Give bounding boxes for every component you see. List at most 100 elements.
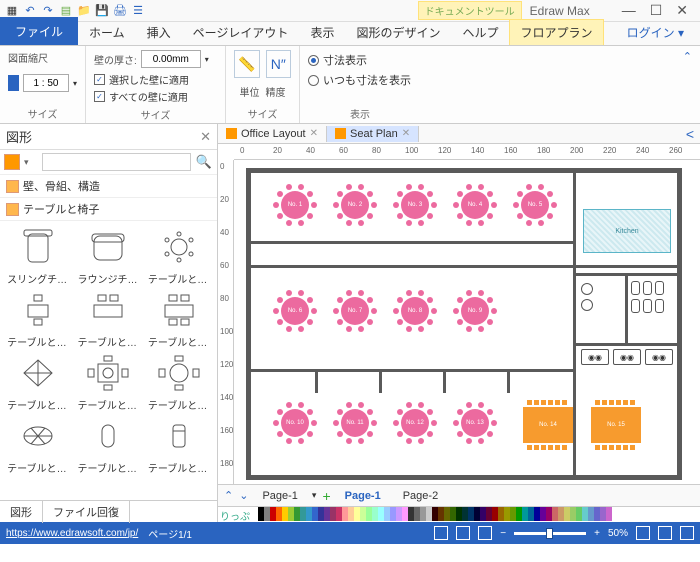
scale-input[interactable] xyxy=(23,74,69,92)
shapes-lib-icon[interactable] xyxy=(4,154,20,170)
round-table[interactable]: No. 9 xyxy=(453,289,497,333)
shapes-footer-recover[interactable]: ファイル回復 xyxy=(43,501,130,523)
round-table[interactable]: No. 6 xyxy=(273,289,317,333)
round-table[interactable]: No. 8 xyxy=(393,289,437,333)
doc-tab-office[interactable]: Office Layout✕ xyxy=(218,126,327,142)
tab-pagelayout[interactable]: ページレイアウト xyxy=(182,19,300,45)
wall-thickness-input[interactable] xyxy=(141,50,201,68)
wall xyxy=(625,273,628,345)
login-link[interactable]: ログイン ▾ xyxy=(617,20,700,45)
tab-floorplan[interactable]: フロアプラン xyxy=(509,19,603,45)
shape-item[interactable]: テーブルと椅... xyxy=(74,288,142,349)
save-icon[interactable]: 💾 xyxy=(94,3,110,19)
shape-item[interactable]: テーブルと椅... xyxy=(4,288,72,349)
shape-item[interactable]: ラウンジチェア xyxy=(74,225,142,286)
view-normal-icon[interactable] xyxy=(434,526,448,540)
color-swatch[interactable] xyxy=(606,507,612,521)
shapes-footer-shape[interactable]: 図形 xyxy=(0,501,43,523)
wall xyxy=(573,173,576,475)
wall xyxy=(573,343,677,346)
search-icon[interactable]: 🔍 xyxy=(195,154,213,170)
print-icon[interactable]: 🖨 xyxy=(112,3,128,19)
view-page-icon[interactable] xyxy=(478,526,492,540)
open-icon[interactable]: 📁 xyxy=(76,3,92,19)
unit-button[interactable]: 📏 xyxy=(234,50,260,78)
category-tables[interactable]: テーブルと椅子 xyxy=(0,198,217,221)
shape-item[interactable]: テーブルと椅... xyxy=(145,414,213,475)
dim-show-radio[interactable]: 寸法表示 xyxy=(308,52,412,68)
close-icon[interactable]: ✕ xyxy=(310,128,318,139)
round-table[interactable]: No. 7 xyxy=(333,289,377,333)
wall-group-label: サイズ xyxy=(94,105,217,122)
close-icon[interactable]: ✕ xyxy=(402,128,410,139)
scale-icon[interactable] xyxy=(8,75,19,91)
scale-dropdown-icon[interactable]: ▾ xyxy=(73,79,77,88)
tab-help[interactable]: ヘルプ xyxy=(451,19,509,45)
fullscreen-icon[interactable] xyxy=(680,526,694,540)
fit-width-icon[interactable] xyxy=(636,526,650,540)
apply-all-walls[interactable]: ✓すべての壁に適用 xyxy=(94,88,217,105)
page-2[interactable]: Page-2 xyxy=(395,488,446,504)
shape-thumb xyxy=(150,288,208,332)
add-page-icon[interactable]: + xyxy=(322,488,330,504)
zoom-out-icon[interactable]: − xyxy=(500,528,506,539)
restroom-fixtures xyxy=(631,281,675,339)
fit-page-icon[interactable] xyxy=(658,526,672,540)
shapes-search-input[interactable] xyxy=(42,153,191,171)
shape-item[interactable]: テーブルと椅... xyxy=(74,351,142,412)
category-walls[interactable]: 壁、骨組、構造 xyxy=(0,175,217,198)
shape-thumb xyxy=(9,288,67,332)
rect-table[interactable]: No. 15 xyxy=(591,407,641,443)
round-table[interactable]: No. 10 xyxy=(273,401,317,445)
options-icon[interactable]: ☰ xyxy=(130,3,146,19)
zoom-in-icon[interactable]: + xyxy=(594,528,600,539)
status-url[interactable]: https://www.edrawsoft.com/jp/ xyxy=(6,528,138,539)
status-bar: https://www.edrawsoft.com/jp/ ページ1/1 − +… xyxy=(0,522,700,544)
doc-tab-seat[interactable]: Seat Plan✕ xyxy=(327,126,419,142)
shape-item[interactable]: テーブルと椅... xyxy=(145,351,213,412)
dim-always-radio[interactable]: いつも寸法を表示 xyxy=(308,72,412,88)
close-button[interactable]: ✕ xyxy=(676,2,688,19)
page-up-icon[interactable]: ⌃ xyxy=(224,489,233,502)
shape-thumb xyxy=(9,414,67,458)
view-outline-icon[interactable] xyxy=(456,526,470,540)
tab-insert[interactable]: 挿入 xyxy=(136,19,182,45)
canvas[interactable]: Kitchen ◉◉ ◉◉ ◉◉ xyxy=(234,160,700,484)
round-table[interactable]: No. 3 xyxy=(393,183,437,227)
round-table[interactable]: No. 5 xyxy=(513,183,557,227)
wall-dropdown-icon[interactable]: ▾ xyxy=(205,55,209,64)
shape-item[interactable]: スリングチェア xyxy=(4,225,72,286)
round-table[interactable]: No. 13 xyxy=(453,401,497,445)
round-table[interactable]: No. 4 xyxy=(453,183,497,227)
round-table[interactable]: No. 2 xyxy=(333,183,377,227)
shape-thumb xyxy=(9,225,67,269)
shape-item[interactable]: テーブルと椅... xyxy=(4,414,72,475)
unit-group-label: サイズ xyxy=(234,104,291,121)
zoom-slider[interactable] xyxy=(514,532,586,535)
page-dropdown-icon[interactable]: ▾ xyxy=(312,490,317,501)
page-down-icon[interactable]: ⌄ xyxy=(239,489,248,502)
page-1-active[interactable]: Page-1 xyxy=(337,488,389,504)
shape-item[interactable]: テーブルと椅... xyxy=(4,351,72,412)
apply-selected-wall[interactable]: ✓選択した壁に適用 xyxy=(94,71,217,88)
shapes-close-icon[interactable]: ✕ xyxy=(200,129,211,145)
round-table[interactable]: No. 1 xyxy=(273,183,317,227)
ribbon-collapse-icon[interactable]: ⌃ xyxy=(675,46,700,123)
round-table[interactable]: No. 12 xyxy=(393,401,437,445)
tab-view[interactable]: 表示 xyxy=(299,19,345,45)
minimize-button[interactable]: — xyxy=(622,2,636,19)
tab-home[interactable]: ホーム xyxy=(78,19,136,45)
maximize-button[interactable]: ☐ xyxy=(650,2,663,19)
shape-item[interactable]: テーブルと椅... xyxy=(145,288,213,349)
tabs-scroll-icon[interactable]: < xyxy=(680,126,700,142)
page-1-left[interactable]: Page-1 xyxy=(254,488,305,504)
tab-file[interactable]: ファイル xyxy=(0,17,78,45)
round-table[interactable]: No. 11 xyxy=(333,401,377,445)
tab-shapedesign[interactable]: 図形のデザイン xyxy=(345,19,451,45)
precision-button[interactable]: N″ xyxy=(266,50,292,78)
shapes-lib-dropdown-icon[interactable]: ▾ xyxy=(24,157,38,168)
wall xyxy=(379,369,382,393)
shape-item[interactable]: テーブルと椅... xyxy=(145,225,213,286)
shape-item[interactable]: テーブルと椅... xyxy=(74,414,142,475)
rect-table[interactable]: No. 14 xyxy=(523,407,573,443)
